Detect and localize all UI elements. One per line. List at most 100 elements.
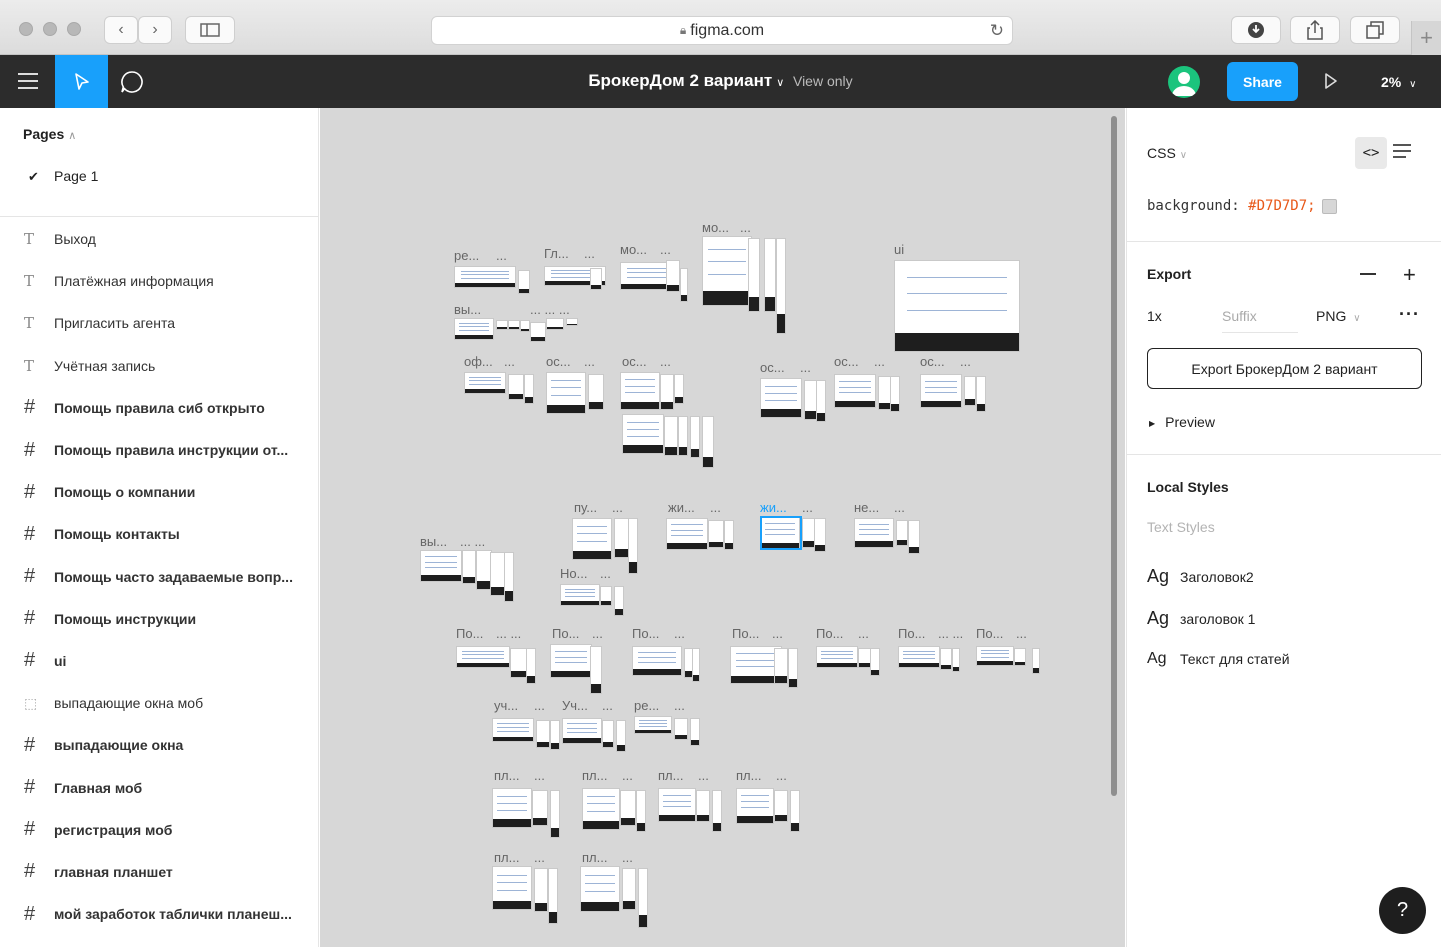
design-frame[interactable]: [582, 788, 620, 830]
layer-item[interactable]: T Учётная запись: [0, 345, 319, 387]
frame-label[interactable]: оф...: [464, 354, 493, 369]
design-frame[interactable]: [420, 550, 462, 582]
layer-item[interactable]: T Платёжная информация: [0, 260, 319, 302]
frame-label[interactable]: пл...: [494, 850, 519, 865]
frame-label[interactable]: По...: [632, 626, 659, 641]
frame-label[interactable]: ...: [858, 626, 869, 641]
frame-label[interactable]: ...: [674, 698, 685, 713]
zoom-dropdown[interactable]: 2% ∨: [1381, 74, 1416, 90]
frame-label[interactable]: пл...: [582, 768, 607, 783]
export-format-dropdown[interactable]: PNG ∨: [1316, 308, 1361, 324]
frame-label[interactable]: ...: [802, 500, 813, 515]
frame-label[interactable]: ...: [534, 850, 545, 865]
layer-item[interactable]: # главная планшет: [0, 851, 319, 893]
frame-label[interactable]: ос...: [622, 354, 647, 369]
design-frame[interactable]: [1032, 648, 1040, 674]
layer-item[interactable]: ⬚ выпадающие окна моб: [0, 682, 319, 724]
close-window-button[interactable]: [19, 22, 33, 36]
canvas[interactable]: ре...... Гл...... мо...... мо...... ui вы....…: [320, 108, 1125, 947]
design-frame[interactable]: [774, 648, 788, 684]
design-frame[interactable]: [560, 584, 600, 606]
design-frame[interactable]: [638, 868, 648, 928]
list-view-button[interactable]: [1393, 144, 1411, 158]
frame-label[interactable]: Но...: [560, 566, 587, 581]
design-frame[interactable]: [622, 414, 664, 454]
frame-label[interactable]: ...: [592, 626, 603, 641]
design-frame[interactable]: [546, 372, 586, 414]
more-options-icon[interactable]: ···: [1399, 304, 1420, 325]
design-frame[interactable]: [894, 260, 1020, 352]
file-title[interactable]: БрокерДом 2 вариант ∨ View only: [0, 71, 1441, 91]
frame-label[interactable]: ui: [894, 242, 904, 257]
design-frame[interactable]: [622, 868, 636, 910]
zoom-window-button[interactable]: [67, 22, 81, 36]
new-tab-button[interactable]: +: [1411, 21, 1441, 55]
layer-item[interactable]: T Выход: [0, 218, 319, 260]
frame-label[interactable]: ... ...: [938, 626, 963, 641]
design-frame[interactable]: [530, 322, 546, 342]
frame-label[interactable]: По...: [732, 626, 759, 641]
design-frame[interactable]: [562, 718, 602, 744]
frame-label[interactable]: мо...: [620, 242, 647, 257]
design-frame[interactable]: [602, 720, 614, 748]
design-frame[interactable]: [896, 520, 908, 546]
design-frame[interactable]: [660, 374, 674, 410]
frame-label[interactable]: мо...: [702, 220, 729, 235]
design-frame[interactable]: [678, 416, 688, 456]
frame-label[interactable]: не...: [854, 500, 879, 515]
design-frame[interactable]: [454, 318, 494, 340]
design-frame[interactable]: [764, 238, 776, 312]
design-frame[interactable]: [580, 866, 620, 912]
frame-label[interactable]: ...: [534, 768, 545, 783]
frame-label[interactable]: ...: [622, 768, 633, 783]
design-frame[interactable]: [526, 648, 536, 684]
frame-label[interactable]: вы...: [420, 534, 447, 549]
frame-label[interactable]: По...: [552, 626, 579, 641]
layer-item[interactable]: # Помощь инструкции: [0, 598, 319, 640]
design-frame[interactable]: [636, 790, 646, 832]
design-frame[interactable]: [566, 318, 578, 326]
design-frame[interactable]: [532, 790, 548, 826]
layer-item[interactable]: # Помощь правила сиб открыто: [0, 387, 319, 429]
design-frame[interactable]: [664, 416, 678, 456]
frame-label[interactable]: пл...: [582, 850, 607, 865]
frame-label[interactable]: ...: [710, 500, 721, 515]
frame-label[interactable]: ... ...: [496, 626, 521, 641]
frame-label[interactable]: ос...: [920, 354, 945, 369]
design-frame[interactable]: [920, 374, 962, 408]
frame-label[interactable]: пл...: [658, 768, 683, 783]
export-suffix-input[interactable]: Suffix: [1222, 308, 1298, 333]
frame-label[interactable]: ...: [584, 354, 595, 369]
frame-label[interactable]: ...: [698, 768, 709, 783]
text-style-item[interactable]: Ag Заголовок2: [1147, 566, 1254, 587]
frame-label[interactable]: ...: [776, 768, 787, 783]
design-frame[interactable]: [546, 318, 564, 330]
design-frame[interactable]: [550, 720, 560, 750]
design-frame[interactable]: [536, 720, 550, 748]
address-bar[interactable]: 🔒︎ figma.com ↻: [431, 16, 1013, 45]
back-button[interactable]: ‹: [104, 16, 138, 44]
design-frame[interactable]: [854, 518, 894, 548]
frame-label[interactable]: жи...: [760, 500, 787, 515]
design-frame[interactable]: [534, 868, 548, 912]
reload-icon[interactable]: ↻: [990, 21, 1004, 41]
design-frame[interactable]: [674, 374, 684, 404]
design-frame[interactable]: [898, 646, 940, 668]
design-frame[interactable]: [590, 646, 602, 694]
frame-label[interactable]: ...: [894, 500, 905, 515]
canvas-scrollbar[interactable]: [1111, 116, 1117, 796]
design-frame[interactable]: [690, 416, 700, 458]
downloads-button[interactable]: [1231, 16, 1281, 44]
design-frame[interactable]: [614, 586, 624, 616]
code-view-button[interactable]: <>: [1355, 137, 1387, 169]
design-frame[interactable]: [964, 376, 976, 406]
frame-label[interactable]: Уч...: [562, 698, 588, 713]
user-avatar[interactable]: [1168, 66, 1200, 98]
design-frame[interactable]: [520, 320, 530, 332]
help-button[interactable]: ?: [1379, 887, 1426, 934]
design-frame[interactable]: [702, 236, 752, 306]
layer-item[interactable]: # Помощь о компании: [0, 471, 319, 513]
page-item-current[interactable]: ✔ Page 1: [28, 168, 98, 185]
frame-label[interactable]: ре...: [634, 698, 659, 713]
frame-label[interactable]: По...: [976, 626, 1003, 641]
